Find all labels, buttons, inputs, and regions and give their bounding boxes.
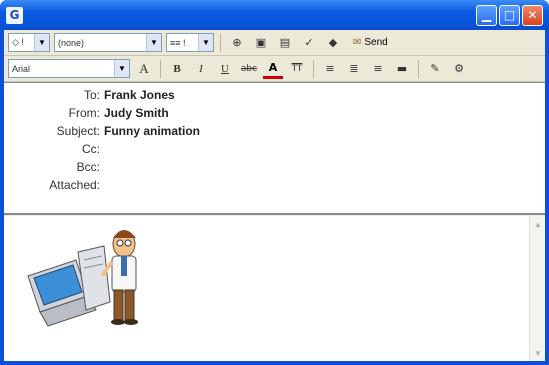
chevron-down-icon[interactable]: ▼ (114, 60, 129, 77)
chevron-down-icon[interactable]: ▼ (34, 34, 49, 51)
align-center-button[interactable]: ≣ (344, 59, 364, 79)
app-icon[interactable]: G (6, 6, 23, 24)
from-field[interactable]: From: Judy Smith (4, 104, 545, 122)
send-button[interactable]: ✉ Send (347, 33, 394, 53)
format-value: ≡≡ ! (170, 37, 186, 48)
field-label: To: (83, 88, 100, 102)
font-select[interactable]: Arial ▼ (8, 59, 130, 78)
toolbar-separator (160, 59, 161, 78)
attached-field[interactable]: Attached: (4, 176, 545, 194)
signature-select[interactable]: (none) ▼ (54, 33, 162, 52)
subject-field[interactable]: Subject: Funny animation (4, 122, 545, 140)
paste-button[interactable]: ▣ (251, 33, 271, 53)
priority-value: ◇ ! (12, 37, 24, 47)
chevron-down-icon[interactable]: ▼ (198, 34, 213, 51)
check-names-icon: ✓ (304, 36, 314, 49)
to-field[interactable]: To: Frank Jones (4, 86, 545, 104)
cc-field[interactable]: Cc: (4, 140, 545, 158)
signature-value: (none) (58, 37, 85, 48)
field-label: Subject: (56, 124, 100, 138)
maximize-button[interactable]: □ (499, 4, 520, 26)
format-toolbar: Arial ▼ A B I U abc A TT ≡ ≣ ≡ ▬ ✎ ⚙ (4, 56, 545, 82)
send-label: Send (364, 37, 388, 48)
horizontal-rule-button[interactable]: ▬ (392, 59, 412, 79)
field-value[interactable]: Judy Smith (104, 106, 169, 120)
field-value[interactable]: Funny animation (104, 124, 200, 138)
spelling-button[interactable]: ✎ (425, 59, 445, 79)
chevron-down-icon[interactable]: ▼ (146, 34, 161, 51)
underline-button[interactable]: U (215, 59, 235, 79)
field-label: Cc: (82, 142, 100, 156)
format-icon: ⚙ (454, 62, 464, 75)
scroll-up-icon[interactable]: ▲ (530, 216, 546, 232)
message-body[interactable]: ▲ ▼ (4, 216, 545, 361)
font-value: Arial (12, 63, 31, 74)
window-client: ◇ ! ▼ (none) ▼ ≡≡ ! ▼ ⊕ ▣ ▤ ✓ ◆ ✉ Send A… (4, 30, 545, 361)
address-book-button[interactable]: ▤ (275, 33, 295, 53)
scroll-down-icon[interactable]: ▼ (530, 345, 546, 361)
check-names-button[interactable]: ✓ (299, 33, 319, 53)
close-button[interactable]: ✕ (522, 4, 543, 26)
strikethrough-button[interactable]: abc (239, 59, 259, 79)
toolbar-separator (418, 59, 419, 78)
font-size-button[interactable]: A (134, 59, 154, 79)
field-value[interactable]: Frank Jones (104, 88, 175, 102)
minimize-button[interactable]: ▁ (476, 4, 497, 26)
text-color-button[interactable]: A (263, 59, 283, 79)
field-label: Bcc: (76, 160, 100, 174)
spell-check-icon: ◆ (328, 36, 338, 49)
find-button[interactable]: ⊕ (227, 33, 247, 53)
spell-icon: ✎ (430, 62, 440, 75)
priority-select[interactable]: ◇ ! ▼ (8, 33, 50, 52)
toolbar-separator (220, 33, 221, 52)
small-caps-button[interactable]: TT (287, 59, 307, 79)
align-left-icon: ≡ (325, 62, 335, 75)
window-controls: ▁ □ ✕ (476, 4, 543, 26)
paste-icon: ▣ (255, 36, 267, 49)
align-right-icon: ≡ (373, 62, 383, 75)
spell-check-button[interactable]: ◆ (323, 33, 343, 53)
vertical-scrollbar[interactable]: ▲ ▼ (529, 216, 545, 361)
bold-button[interactable]: B (167, 59, 187, 79)
address-book-icon: ▤ (279, 36, 291, 49)
send-icon: ✉ (353, 37, 362, 48)
title-bar[interactable]: G ▁ □ ✕ (0, 0, 549, 30)
animated-computer-image (27, 230, 138, 327)
mail-compose-window: G ▁ □ ✕ ◇ ! ▼ (none) ▼ ≡≡ ! ▼ ⊕ ▣ ▤ ✓ ◆ … (0, 0, 549, 365)
rule-icon: ▬ (396, 62, 408, 75)
main-toolbar: ◇ ! ▼ (none) ▼ ≡≡ ! ▼ ⊕ ▣ ▤ ✓ ◆ ✉ Send (4, 30, 545, 56)
toolbar-separator (313, 59, 314, 78)
align-left-button[interactable]: ≡ (320, 59, 340, 79)
field-label: From: (68, 106, 100, 120)
italic-button[interactable]: I (191, 59, 211, 79)
field-label: Attached: (49, 178, 100, 192)
format-options-button[interactable]: ⚙ (449, 59, 469, 79)
bcc-field[interactable]: Bcc: (4, 158, 545, 176)
format-select[interactable]: ≡≡ ! ▼ (166, 33, 214, 52)
align-right-button[interactable]: ≡ (368, 59, 388, 79)
align-center-icon: ≣ (349, 62, 359, 75)
message-header: To: Frank Jones From: Judy Smith Subject… (4, 82, 545, 215)
find-icon: ⊕ (232, 36, 242, 49)
